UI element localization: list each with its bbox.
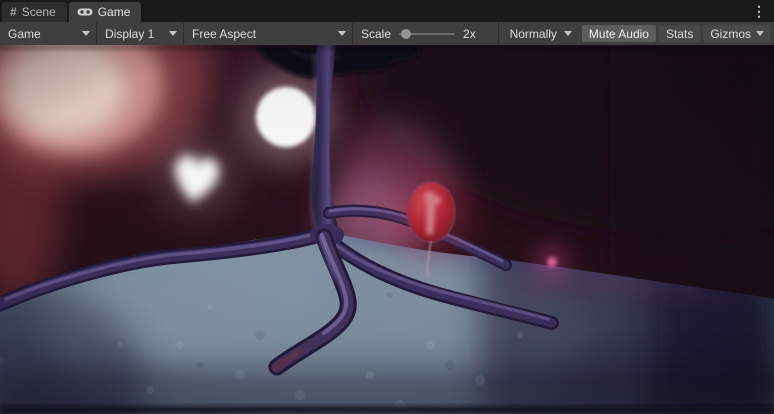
- view-type-label: Game: [8, 27, 41, 41]
- scale-value: 2x: [463, 27, 481, 41]
- tab-scene[interactable]: # Scene: [2, 2, 67, 22]
- playmode-dropdown[interactable]: Normally: [502, 22, 579, 45]
- display-dropdown[interactable]: Display 1: [97, 22, 183, 45]
- scale-slider-knob[interactable]: [401, 29, 411, 39]
- grid-icon: #: [10, 6, 17, 18]
- chevron-down-icon: [564, 31, 572, 36]
- kebab-menu-icon[interactable]: ⋮: [744, 0, 774, 22]
- playmode-label: Normally: [510, 27, 557, 41]
- aspect-ratio-label: Free Aspect: [192, 27, 256, 41]
- toolbar-right-group: Normally Mute Audio Stats Gizmos: [498, 22, 774, 45]
- chevron-down-icon: [756, 31, 764, 36]
- scale-slider[interactable]: [399, 28, 455, 40]
- tab-scene-label: Scene: [22, 5, 56, 19]
- toolbar-separator: [498, 22, 499, 45]
- chevron-down-icon: [338, 31, 346, 36]
- display-label: Display 1: [105, 27, 154, 41]
- vignette-overlay: [0, 45, 774, 414]
- rendered-scene: [0, 45, 774, 414]
- unity-game-view-window: # Scene Game ⋮ Game Display 1: [0, 0, 774, 414]
- aspect-ratio-dropdown[interactable]: Free Aspect: [184, 22, 352, 45]
- mute-audio-button[interactable]: Mute Audio: [582, 25, 656, 42]
- scale-control: Scale 2x: [353, 22, 489, 45]
- tab-game-label: Game: [98, 5, 131, 19]
- gizmos-label: Gizmos: [710, 27, 751, 41]
- game-viewport[interactable]: [0, 45, 774, 414]
- game-view-toolbar: Game Display 1 Free Aspect Scale 2x Norm…: [0, 22, 774, 45]
- tab-game[interactable]: Game: [69, 2, 142, 22]
- chevron-down-icon: [169, 31, 177, 36]
- view-tab-bar: # Scene Game ⋮: [0, 0, 774, 22]
- stats-button[interactable]: Stats: [659, 25, 700, 42]
- chevron-down-icon: [82, 31, 90, 36]
- view-type-dropdown[interactable]: Game: [0, 22, 96, 45]
- scale-label: Scale: [361, 27, 391, 41]
- gamepad-icon: [77, 7, 93, 17]
- gizmos-dropdown[interactable]: Gizmos: [703, 25, 770, 42]
